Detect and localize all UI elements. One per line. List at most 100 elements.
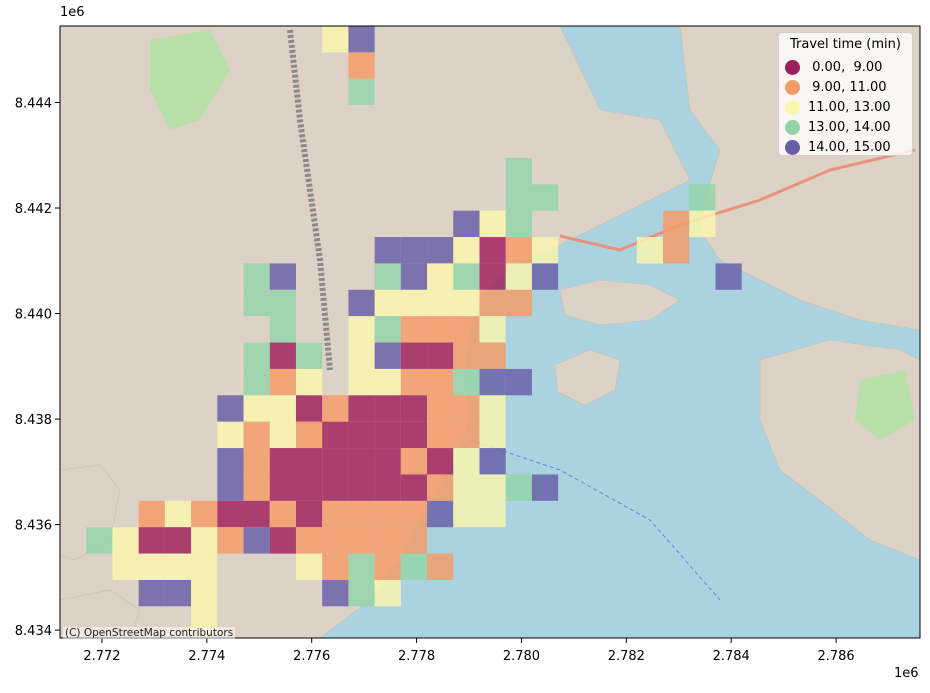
grid-cell [427,448,454,475]
grid-cell [243,395,270,422]
grid-cell [453,316,480,343]
grid-cell [453,395,480,422]
grid-cell [348,368,375,396]
y-tick-label: 8.440 [15,308,52,323]
legend-swatch [785,99,800,115]
grid-cell [243,500,270,528]
grid-cell [191,579,218,607]
y-axis-exponent-label: 1e6 [60,5,85,20]
legend-entry: 0.00, 9.00 [785,57,882,77]
grid-cell [374,553,401,580]
grid-cell [348,78,375,106]
grid-cell [295,421,323,449]
grid-cell [427,368,454,396]
grid-cell [505,237,532,264]
grid-cell [243,263,270,290]
y-axis: 8.434 8.436 8.438 8.440 8.442 8.444 [15,97,60,639]
grid-cell [269,263,296,290]
legend-entry: 9.00, 11.00 [785,77,887,97]
grid-cell [269,368,296,396]
grid-cell [374,527,401,554]
grid-cell [400,342,428,369]
grid-cell [164,527,192,554]
grid-cell [374,448,401,475]
grid-cell [479,237,506,264]
grid-cell [427,289,454,317]
grid-cell [322,448,349,475]
grid-cell [322,395,349,422]
legend-label: 11.00, 13.00 [808,99,891,115]
grid-cell [400,553,428,580]
grid-cell [348,421,375,449]
grid-cell [164,579,192,607]
grid-cell [243,448,270,475]
grid-cell [374,421,401,449]
grid-cell [164,500,192,528]
grid-cell [295,553,323,580]
grid-cell [400,500,428,528]
grid-cell [479,210,506,238]
grid-cell [531,263,559,290]
grid-cell [348,289,375,317]
grid-cell [505,289,532,317]
grid-cell [453,263,480,290]
grid-cell [505,184,532,211]
grid-cell [374,395,401,422]
grid-cell [191,553,218,580]
y-tick-label: 8.436 [15,519,52,534]
grid-cell [164,553,192,580]
grid-cell [374,289,401,317]
legend-label: 14.00, 15.00 [808,139,891,155]
grid-cell [453,368,480,396]
grid-cell [243,342,270,369]
grid-cell [374,342,401,369]
grid-cell [453,289,480,317]
grid-cell [243,527,270,554]
grid-cell [400,289,428,317]
grid-cell [505,263,532,290]
grid-cell [348,316,375,343]
grid-cell [479,289,506,317]
x-axis: 2.772 2.774 2.776 2.778 2.780 2.782 2.784 2.786 [83,638,855,664]
x-tick-label: 2.776 [293,649,330,664]
grid-cell [217,421,244,449]
grid-cell [348,474,375,501]
legend-title: Travel time (min) [790,37,901,52]
grid-cell [505,368,532,396]
grid-cell [138,500,165,528]
grid-cell [400,421,428,449]
grid-cell [348,579,375,607]
grid-cell [427,553,454,580]
grid-cell [453,342,480,369]
grid-cell [453,421,480,449]
grid-cell [269,474,296,501]
grid-cell [453,474,480,501]
x-tick-label: 2.774 [188,649,225,664]
grid-cell [400,368,428,396]
grid-cell [348,553,375,580]
grid-cell [322,500,349,528]
grid-cell [479,342,506,369]
grid-cell [689,210,716,238]
grid-cell [531,474,559,501]
grid-cell [295,395,323,422]
grid-cell [427,237,454,264]
grid-cell [269,448,296,475]
grid-cell [243,289,270,317]
grid-cell [400,448,428,475]
grid-cell [269,421,296,449]
grid-cell [348,500,375,528]
grid-cell [505,157,532,185]
legend-label: 13.00, 14.00 [808,119,891,135]
grid-cell [400,316,428,343]
legend-swatch [785,139,800,155]
grid-cell [348,527,375,554]
grid-cell [243,474,270,501]
grid-cell [400,395,428,422]
grid-cell [427,500,454,528]
grid-cell [479,474,506,501]
grid-cell [427,474,454,501]
grid-cell [348,342,375,369]
y-tick-label: 8.434 [15,624,52,639]
grid-cell [400,237,428,264]
